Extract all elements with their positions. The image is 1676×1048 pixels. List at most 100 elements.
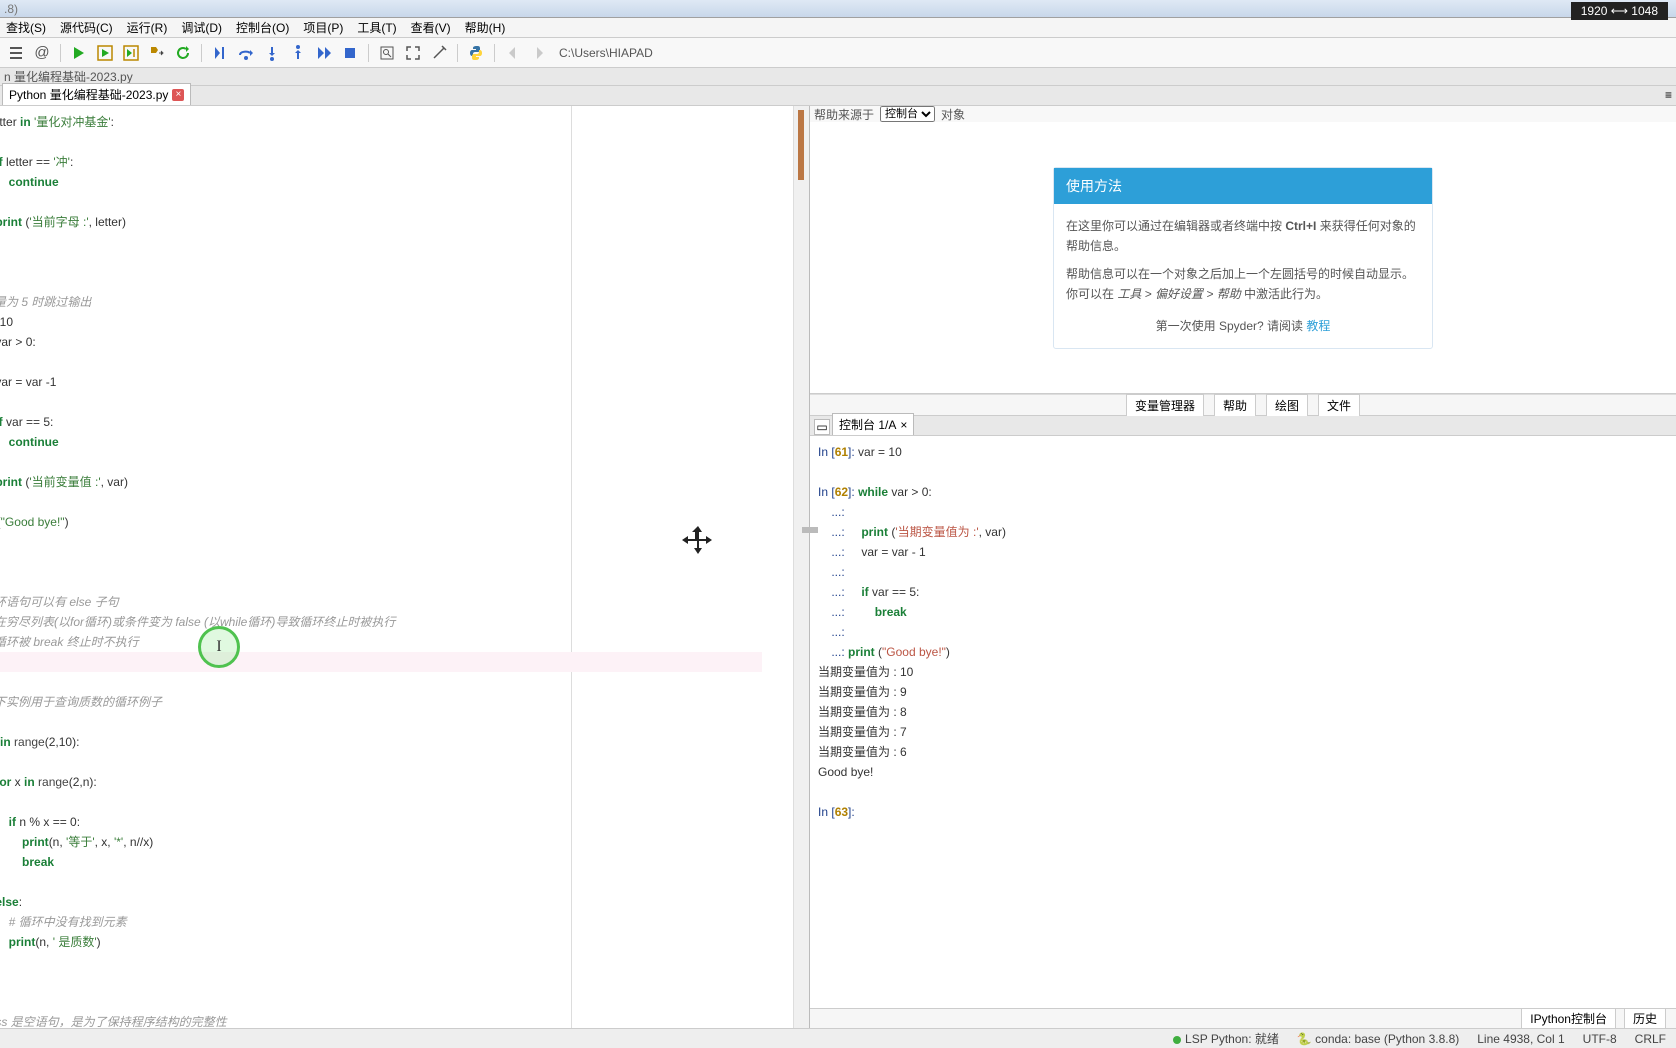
code-line <box>0 352 809 372</box>
menu-item[interactable]: 运行(R) <box>127 19 168 36</box>
status-lsp: LSP Python: 就绪 <box>1173 1030 1279 1047</box>
pane-tab[interactable]: 绘图 <box>1266 394 1308 417</box>
nav-fwd-icon[interactable] <box>529 43 549 63</box>
code-line <box>0 192 809 212</box>
help-card-title: 使用方法 <box>1054 168 1432 204</box>
editor-menu-icon[interactable]: ≡ <box>1665 88 1672 102</box>
code-line: pass 是空语句，是为了保持程序结构的完整性 <box>0 1012 809 1028</box>
console-line <box>818 462 1668 482</box>
console-collapse-icon[interactable]: ▭ <box>814 419 830 435</box>
run-icon[interactable] <box>69 43 89 63</box>
console-line: ...: break <box>818 602 1668 622</box>
console-tab-label: 控制台 1/A <box>839 416 896 433</box>
code-line: continue <box>0 432 809 452</box>
pane-tab[interactable]: 文件 <box>1318 394 1360 417</box>
pane-splitter[interactable] <box>802 527 818 533</box>
console-line: In [61]: var = 10 <box>818 442 1668 462</box>
find-icon[interactable] <box>377 43 397 63</box>
preferences-icon[interactable] <box>429 43 449 63</box>
menu-item[interactable]: 调试(D) <box>181 19 222 36</box>
menu-item[interactable]: 项目(P) <box>303 19 343 36</box>
help-toolbar: 帮助来源于 控制台 对象 <box>810 106 1676 122</box>
outline-icon[interactable] <box>6 43 26 63</box>
code-line: for x in range(2,n): <box>0 772 809 792</box>
code-line <box>0 572 809 592</box>
debug-icon[interactable] <box>210 43 230 63</box>
close-console-icon[interactable]: × <box>900 418 907 432</box>
code-line: 但循环被 break 终止时不执行 <box>0 632 809 652</box>
pane-tab[interactable]: 帮助 <box>1214 394 1256 417</box>
menu-item[interactable]: 帮助(H) <box>465 19 506 36</box>
menu-item[interactable]: 工具(T) <box>357 19 396 36</box>
code-line <box>0 752 809 772</box>
console-pane-tabs: IPython控制台历史 <box>810 1008 1676 1028</box>
console-tab[interactable]: 控制台 1/A × <box>832 413 914 435</box>
code-line <box>0 712 809 732</box>
working-dir-path[interactable]: C:\Users\HIAPAD <box>555 46 1670 60</box>
python-icon[interactable] <box>466 43 486 63</box>
code-line <box>0 132 809 152</box>
rerun-icon[interactable] <box>173 43 193 63</box>
editor-tab[interactable]: Python 量化编程基础-2023.py × <box>2 83 191 105</box>
help-card: 使用方法 在这里你可以通过在编辑器或者终端中按 Ctrl+I 来获得任何对象的帮… <box>1053 167 1433 349</box>
run-selection-icon[interactable] <box>147 43 167 63</box>
run-cell-icon[interactable] <box>95 43 115 63</box>
console-line: ...: print ('当期变量值为 :', var) <box>818 522 1668 542</box>
editor-scrollbar[interactable] <box>793 106 809 1028</box>
move-cursor-icon <box>680 524 716 560</box>
pane-tab[interactable]: 历史 <box>1624 1008 1666 1029</box>
status-eol: CRLF <box>1635 1032 1666 1046</box>
console-line: 当期变量值为 : 9 <box>818 682 1668 702</box>
code-line: le var > 0: <box>0 332 809 352</box>
console-line: ...: if var == 5: <box>818 582 1668 602</box>
console-line: ...: <box>818 622 1668 642</box>
code-line: r n in range(2,10): <box>0 732 809 752</box>
nav-back-icon[interactable] <box>503 43 523 63</box>
help-source-select[interactable]: 控制台 <box>880 106 935 122</box>
stop-debug-icon[interactable] <box>340 43 360 63</box>
code-line <box>0 272 809 292</box>
ipython-console[interactable]: In [61]: var = 10 In [62]: while var > 0… <box>810 436 1676 1008</box>
code-line: if letter == '冲': <box>0 152 809 172</box>
console-line: 当期变量值为 : 10 <box>818 662 1668 682</box>
code-line <box>0 952 809 972</box>
code-editor[interactable]: r letter in '量化对冲基金': if letter == '冲': … <box>0 106 809 1028</box>
menu-item[interactable]: 控制台(O) <box>236 19 289 36</box>
run-cell-advance-icon[interactable] <box>121 43 141 63</box>
code-line: 循环语句可以有 else 子句 <box>0 592 809 612</box>
console-tab-bar: ▭ 控制台 1/A × <box>810 416 1676 436</box>
console-line: 当期变量值为 : 6 <box>818 742 1668 762</box>
screen-dimensions-badge: 1920 ⟷ 1048 <box>1571 2 1668 20</box>
right-pane-tabs: 变量管理器帮助绘图文件 <box>810 394 1676 416</box>
menu-item[interactable]: 查找(S) <box>6 19 46 36</box>
at-icon[interactable]: @ <box>32 43 52 63</box>
close-tab-icon[interactable]: × <box>172 89 184 101</box>
status-bar: LSP Python: 就绪 🐍 conda: base (Python 3.8… <box>0 1028 1676 1048</box>
tutorial-link[interactable]: 教程 <box>1306 319 1330 333</box>
step-over-icon[interactable] <box>236 43 256 63</box>
console-line: 当期变量值为 : 8 <box>818 702 1668 722</box>
code-line <box>0 672 809 692</box>
console-line: In [62]: while var > 0: <box>818 482 1668 502</box>
step-out-icon[interactable] <box>288 43 308 63</box>
menu-item[interactable]: 查看(V) <box>411 19 451 36</box>
code-line: if var == 5: <box>0 412 809 432</box>
breadcrumb-strip: n 量化编程基础-2023.py <box>0 68 1676 86</box>
titlebar-text: .8) <box>4 2 18 16</box>
code-line <box>0 392 809 412</box>
continue-icon[interactable] <box>314 43 334 63</box>
step-in-icon[interactable] <box>262 43 282 63</box>
code-line <box>0 652 762 672</box>
code-line <box>0 252 809 272</box>
code-line: continue <box>0 172 809 192</box>
pane-tab[interactable]: IPython控制台 <box>1521 1008 1616 1029</box>
console-line: ...: var = var - 1 <box>818 542 1668 562</box>
console-line: Good bye! <box>818 762 1668 782</box>
menu-item[interactable]: 源代码(C) <box>60 19 113 36</box>
console-line: 当期变量值为 : 7 <box>818 722 1668 742</box>
status-cursor-pos: Line 4938, Col 1 <box>1477 1032 1564 1046</box>
status-conda: 🐍 conda: base (Python 3.8.8) <box>1297 1032 1459 1046</box>
pane-tab[interactable]: 变量管理器 <box>1126 394 1204 417</box>
code-line <box>0 872 809 892</box>
maximize-icon[interactable] <box>403 43 423 63</box>
